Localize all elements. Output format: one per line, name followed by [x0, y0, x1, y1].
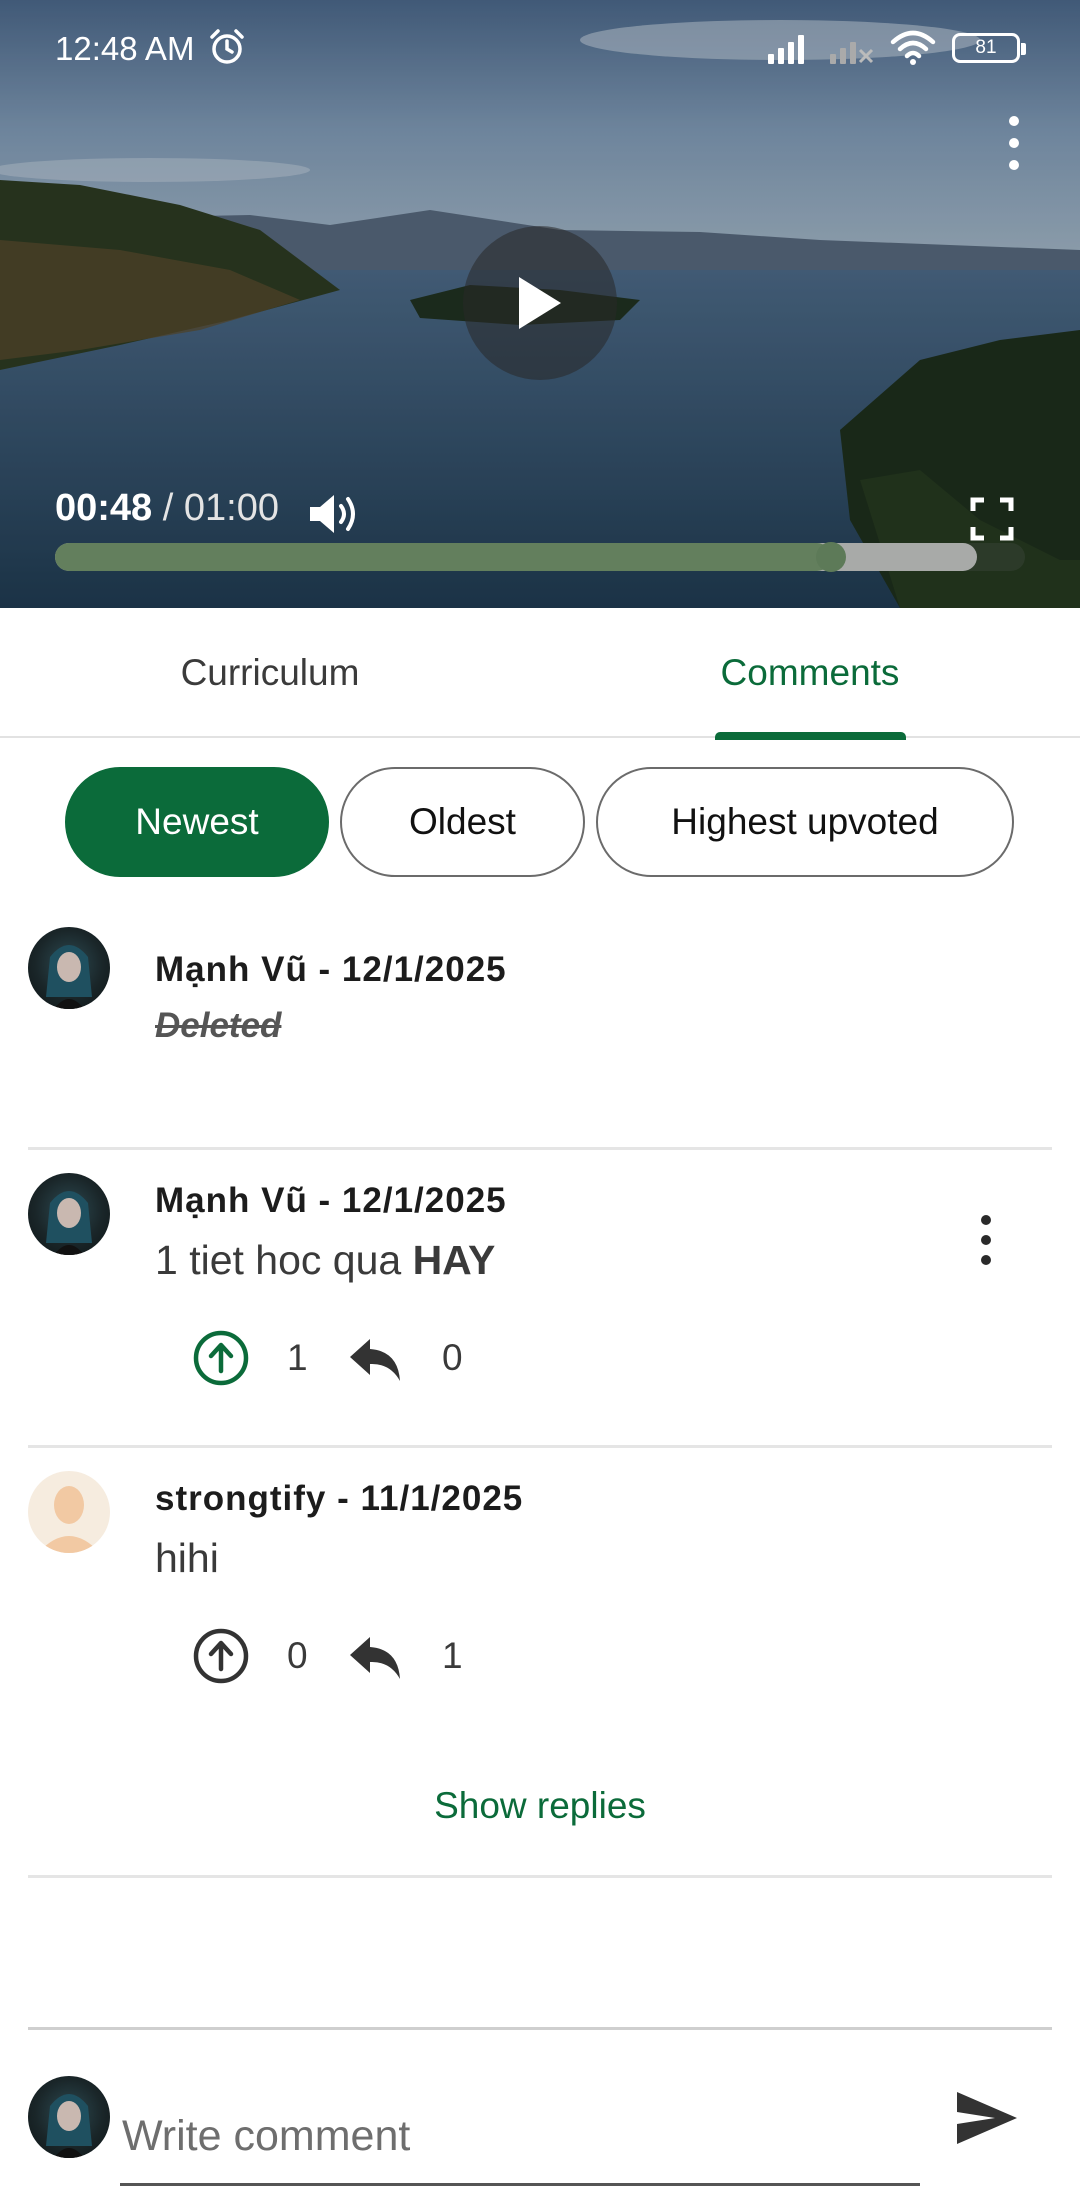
comment-input[interactable] — [120, 2090, 920, 2186]
comment-text-plain: 1 tiet hoc qua — [155, 1237, 413, 1283]
comment-text: hihi — [155, 1535, 219, 1581]
wifi-icon — [890, 30, 936, 65]
status-bar: 12:48 AM 81 — [0, 0, 1080, 96]
avatar[interactable] — [28, 1471, 110, 1553]
alarm-icon — [210, 29, 244, 64]
comment-text: 1 tiet hoc qua HAY — [155, 1237, 495, 1284]
volume-icon[interactable] — [306, 490, 362, 538]
divider — [28, 1875, 1052, 1878]
comment-meta: strongtify - 11/1/2025 — [155, 1479, 524, 1518]
show-replies-button[interactable]: Show replies — [0, 1785, 1080, 1827]
reply-icon[interactable] — [348, 1335, 402, 1383]
progress-thumb[interactable] — [816, 542, 846, 572]
video-time: 00:48 / 01:00 — [55, 487, 279, 530]
divider — [28, 1147, 1052, 1150]
video-more-options-icon[interactable] — [996, 116, 1032, 170]
time-separator: / — [152, 487, 184, 529]
avatar[interactable] — [28, 1173, 110, 1255]
battery-level: 81 — [975, 37, 997, 58]
reply-icon[interactable] — [348, 1633, 402, 1681]
comment-deleted-text: Deleted — [155, 1006, 282, 1045]
upvote-icon[interactable] — [192, 1627, 250, 1685]
composer-divider — [28, 2027, 1052, 2030]
signal-icon — [768, 35, 804, 64]
signal-off-icon — [830, 42, 874, 64]
filter-highest-upvoted-chip[interactable]: Highest upvoted — [596, 767, 1014, 877]
duration: 01:00 — [183, 487, 279, 529]
upvote-icon[interactable] — [192, 1329, 250, 1387]
fullscreen-icon[interactable] — [970, 497, 1014, 541]
comment-more-options-icon[interactable] — [971, 1215, 1001, 1265]
status-icons: 81 — [766, 28, 1026, 68]
video-progress-bar[interactable] — [55, 542, 1025, 572]
battery-icon: 81 — [952, 33, 1026, 63]
comment-text-bold: HAY — [412, 1237, 496, 1283]
divider — [28, 1445, 1052, 1448]
status-time: 12:48 AM — [55, 30, 195, 67]
comment-meta: Mạnh Vũ - 12/1/2025 — [155, 1181, 507, 1220]
upvote-count: 1 — [287, 1337, 308, 1378]
comment-meta: Mạnh Vũ - 12/1/2025 — [155, 950, 507, 989]
active-tab-indicator — [715, 732, 906, 740]
tab-curriculum[interactable]: Curriculum — [0, 608, 540, 738]
current-time: 00:48 — [55, 487, 153, 529]
tab-comments[interactable]: Comments — [540, 608, 1080, 738]
send-icon[interactable] — [955, 2090, 1019, 2146]
user-avatar — [28, 2076, 110, 2158]
play-icon — [519, 277, 561, 329]
reply-count: 1 — [442, 1635, 463, 1676]
avatar[interactable] — [28, 927, 110, 1009]
tab-bar: Curriculum Comments — [0, 608, 1080, 738]
play-button[interactable] — [463, 226, 617, 380]
upvote-count: 0 — [287, 1635, 308, 1676]
reply-count: 0 — [442, 1337, 463, 1378]
played-bar — [55, 543, 831, 571]
filter-oldest-chip[interactable]: Oldest — [340, 767, 585, 877]
filter-newest-chip[interactable]: Newest — [65, 767, 329, 877]
video-player[interactable]: 12:48 AM 81 00:48 / 01:00 — [0, 0, 1080, 608]
